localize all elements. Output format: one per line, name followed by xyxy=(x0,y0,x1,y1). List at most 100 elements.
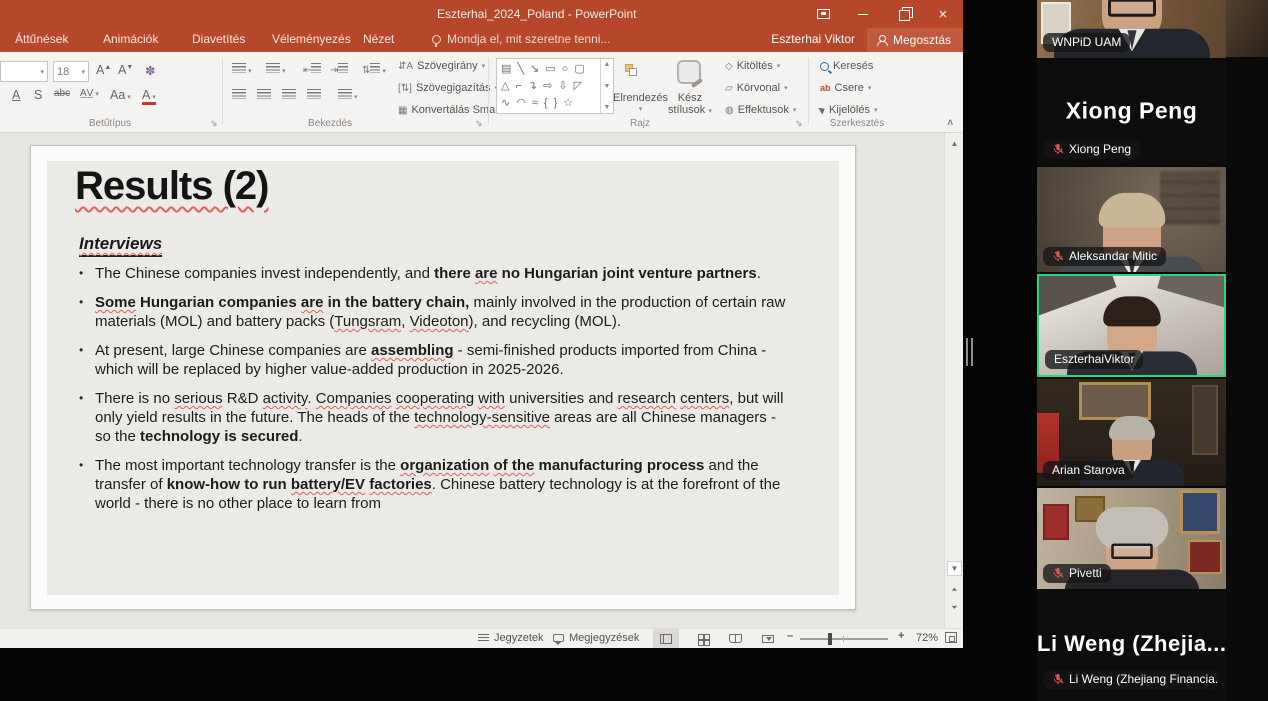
replace-button[interactable]: abCsere▾ xyxy=(820,82,871,94)
quick-styles-button[interactable]: Készstílusok ▾ xyxy=(668,92,712,116)
bullet-list[interactable]: The Chinese companies invest independent… xyxy=(77,264,789,523)
shape-outline-button[interactable]: ▱Körvonal▾ xyxy=(725,82,788,94)
normal-view-button[interactable] xyxy=(653,629,679,648)
tell-me-box[interactable]: Mondja el, mit szeretne tenni... xyxy=(432,32,610,46)
columns-button[interactable]: ▾ xyxy=(338,88,358,102)
align-text-button[interactable]: [⇅]Szövegigazítás▾ xyxy=(398,82,498,94)
shrink-font-button[interactable]: A▼ xyxy=(118,63,133,77)
shape-fill-button[interactable]: ◇Kitöltés▾ xyxy=(725,60,780,72)
shapes-gallery-scroll[interactable]: ▲▼▼ xyxy=(600,59,613,113)
bullet-item: Some Hungarian companies are in the batt… xyxy=(77,293,789,331)
arrange-button[interactable]: Elrendezés▾ xyxy=(613,92,668,113)
align-center-button[interactable] xyxy=(257,88,271,102)
tab-velemenyezes[interactable]: Véleményezés xyxy=(272,32,351,46)
font-name-combobox[interactable]: ▾ xyxy=(0,61,48,82)
participant-tile-li-weng[interactable]: Li Weng (Zhejia... Li Weng (Zhejiang Fin… xyxy=(1037,591,1226,701)
panel-resize-grip[interactable] xyxy=(966,338,974,366)
quick-styles-label2: stílusok ▾ xyxy=(668,104,712,116)
align-right-button[interactable] xyxy=(282,88,296,102)
powerpoint-window: Eszterhai_2024_Poland - PowerPoint × Átt… xyxy=(0,0,963,648)
paragraph-dialog-launcher[interactable]: ⇘ xyxy=(475,118,483,129)
grow-font-button[interactable]: A▲ xyxy=(96,63,111,77)
shapes-gallery[interactable]: ▤╲↘▭○▢ △⌐↴⇨⇩◸ ∿◠≈{}☆ ▲▼▼ xyxy=(496,58,614,114)
zoom-slider-track[interactable] xyxy=(800,638,888,640)
shape-effects-button[interactable]: ◍Effektusok▾ xyxy=(725,104,796,116)
participant-tile-aleksandar-mitic[interactable]: Aleksandar Mitic xyxy=(1037,167,1226,272)
decrease-indent-button[interactable]: ⇤ xyxy=(303,62,321,76)
zoom-slider-thumb[interactable] xyxy=(828,633,832,645)
increase-indent-button[interactable]: ⇥ xyxy=(330,62,348,76)
font-dialog-launcher[interactable]: ⇘ xyxy=(210,118,218,129)
slide-subtitle[interactable]: Interviews xyxy=(79,234,162,257)
bullet-segment: are xyxy=(475,265,498,282)
bullets-button[interactable]: ▾ xyxy=(232,62,252,76)
slide-sorter-button[interactable] xyxy=(690,629,716,648)
underline-button[interactable]: A xyxy=(12,88,20,102)
text-direction-button[interactable]: ⇵ASzövegirány▾ xyxy=(398,60,485,72)
participant-tile-pivetti[interactable]: Pivetti xyxy=(1037,488,1226,589)
align-left-button[interactable] xyxy=(232,88,246,102)
fit-slide-button[interactable] xyxy=(945,632,957,643)
account-name[interactable]: Eszterhai Viktor xyxy=(771,32,855,46)
close-button[interactable]: × xyxy=(923,0,963,28)
font-size-combobox[interactable]: 18▾ xyxy=(53,61,89,82)
bullet-segment: cooperating xyxy=(396,390,474,407)
slide-title[interactable]: Results (2) xyxy=(75,164,269,209)
minimize-button[interactable] xyxy=(843,0,883,28)
strikethrough-button[interactable]: abc xyxy=(54,88,70,99)
notes-button[interactable]: Jegyzetek xyxy=(478,632,544,644)
bullet-segment: are xyxy=(301,294,324,311)
tab-attunesek[interactable]: Áttűnések xyxy=(15,32,68,46)
tab-nezet[interactable]: Nézet xyxy=(363,32,394,46)
comments-icon xyxy=(553,634,564,642)
share-button[interactable]: Megosztás xyxy=(867,28,963,52)
find-button[interactable]: Keresés xyxy=(820,60,873,72)
bullet-segment: universities and xyxy=(505,390,618,407)
participant-name-label: Aleksandar Mitic xyxy=(1043,247,1166,266)
numbering-button[interactable]: ▾ xyxy=(266,62,286,76)
participant-name-label: Xiong Peng xyxy=(1043,140,1140,159)
outline-label: Körvonal xyxy=(737,82,780,94)
line-spacing-button[interactable]: ⇅▾ xyxy=(362,62,386,76)
bullet-segment: no Hungarian joint venture partners xyxy=(498,265,757,282)
change-case-button[interactable]: Aa▾ xyxy=(110,88,131,102)
next-slide-button[interactable]: ⏷ xyxy=(947,600,962,615)
slide[interactable]: Results (2) Interviews The Chinese compa… xyxy=(30,145,856,610)
scroll-down-button[interactable]: ▼ xyxy=(947,561,962,576)
clear-formatting-button[interactable]: ✽ xyxy=(145,63,155,78)
bullet-segment: Companies xyxy=(316,390,392,407)
character-spacing-button[interactable]: A̲V̲▾ xyxy=(80,88,99,99)
reading-view-button[interactable] xyxy=(722,629,748,648)
lightbulb-icon xyxy=(432,35,441,44)
font-group-label: Betűtípus xyxy=(60,118,160,129)
text-shadow-button[interactable]: S xyxy=(34,88,42,102)
share-label: Megosztás xyxy=(893,33,951,47)
participant-tile-eszterhai-viktor[interactable]: EszterhaiViktor xyxy=(1037,274,1226,377)
draw-dialog-launcher[interactable]: ⇘ xyxy=(795,118,803,129)
font-color-button[interactable]: A▾ xyxy=(142,88,156,105)
tab-diavetites[interactable]: Diavetítés xyxy=(192,32,245,46)
tab-animaciok[interactable]: Animációk xyxy=(103,32,158,46)
bullet-segment: assembling xyxy=(371,342,454,359)
comments-button[interactable]: Megjegyzések xyxy=(553,632,639,644)
restore-icon xyxy=(899,10,908,19)
scroll-up-button[interactable]: ▲ xyxy=(947,136,962,151)
zoom-out-button[interactable]: – xyxy=(787,630,793,642)
justify-button[interactable] xyxy=(307,88,321,102)
zoom-level[interactable]: 72% xyxy=(916,632,938,644)
select-button[interactable]: Kijelölés▾ xyxy=(820,104,877,116)
zoom-in-button[interactable]: + xyxy=(898,630,904,642)
participant-tile-wnpid-uam[interactable]: WNPiD UAM xyxy=(1037,0,1226,58)
notes-icon xyxy=(478,634,489,643)
text-direction-label: Szövegirány xyxy=(417,60,478,72)
ribbon-display-options-button[interactable] xyxy=(803,0,843,28)
title-bar: Eszterhai_2024_Poland - PowerPoint × xyxy=(0,0,963,28)
participant-tile-arian-starova[interactable]: Arian Starova xyxy=(1037,379,1226,486)
participant-tile-xiong-peng[interactable]: Xiong Peng Xiong Peng xyxy=(1037,60,1226,165)
document-scrollbar[interactable]: ▲ ▼ ⏶ ⏷ xyxy=(944,133,963,628)
slideshow-button[interactable] xyxy=(755,629,781,648)
collapse-ribbon-button[interactable]: ʌ xyxy=(947,117,953,128)
restore-button[interactable] xyxy=(883,0,923,28)
muted-mic-icon xyxy=(1052,143,1064,155)
previous-slide-button[interactable]: ⏶ xyxy=(947,582,962,597)
